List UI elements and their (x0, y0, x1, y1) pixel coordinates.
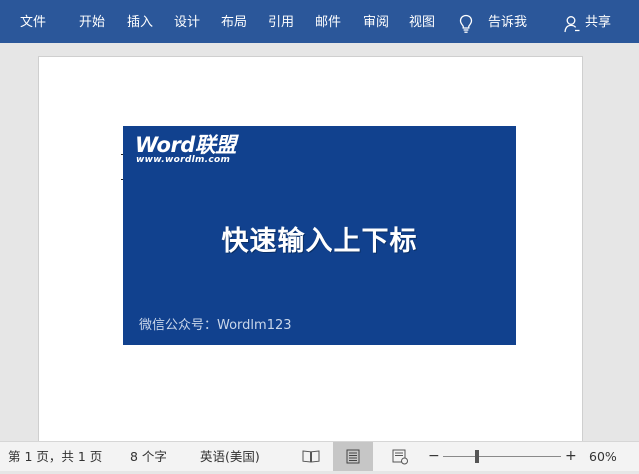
tab-design[interactable]: 设计 (174, 0, 200, 43)
banner-title: 快速输入上下标 (221, 226, 418, 257)
read-mode-button[interactable] (291, 442, 331, 471)
tab-view[interactable]: 视图 (409, 0, 435, 43)
tab-layout[interactable]: 布局 (221, 0, 247, 43)
person-icon[interactable] (564, 15, 580, 33)
logo-url: www.wordlm.com (136, 155, 231, 165)
zoom-slider-thumb[interactable] (475, 450, 479, 463)
language-indicator[interactable]: 英语(美国) (200, 442, 260, 471)
page-lines-icon (346, 449, 360, 464)
banner-footer: 微信公众号：Wordlm123 (139, 318, 292, 333)
web-layout-button[interactable] (380, 442, 420, 471)
tell-me-box[interactable]: 告诉我 (488, 0, 527, 43)
ribbon-bar: 文件 开始 插入 设计 布局 引用 邮件 审阅 视图 告诉我 共享 (0, 0, 639, 43)
web-page-icon (392, 449, 408, 465)
document-area: Word联盟 www.wordlm.com 快速输入上下标 微信公众号：Word… (0, 43, 639, 447)
zoom-out-button[interactable]: − (428, 442, 440, 471)
document-page[interactable]: Word联盟 www.wordlm.com 快速输入上下标 微信公众号：Word… (38, 56, 583, 447)
tab-file[interactable]: 文件 (20, 0, 46, 43)
page-count[interactable]: 第 1 页，共 1 页 (8, 442, 102, 471)
tab-review[interactable]: 审阅 (363, 0, 389, 43)
tab-home[interactable]: 开始 (79, 0, 105, 43)
banner-image[interactable]: Word联盟 www.wordlm.com 快速输入上下标 微信公众号：Word… (123, 126, 516, 345)
tab-references[interactable]: 引用 (268, 0, 294, 43)
word-count[interactable]: 8 个字 (130, 442, 167, 471)
share-button[interactable]: 共享 (585, 0, 611, 43)
tab-mailings[interactable]: 邮件 (315, 0, 341, 43)
lightbulb-icon[interactable] (459, 14, 473, 34)
tab-insert[interactable]: 插入 (127, 0, 153, 43)
print-layout-button[interactable] (333, 442, 373, 471)
status-bar: 第 1 页，共 1 页 8 个字 英语(美国) − + 60% (0, 441, 639, 471)
zoom-slider-track[interactable] (443, 456, 561, 457)
zoom-in-button[interactable]: + (565, 442, 577, 471)
book-icon (302, 450, 320, 463)
zoom-level[interactable]: 60% (589, 442, 617, 471)
